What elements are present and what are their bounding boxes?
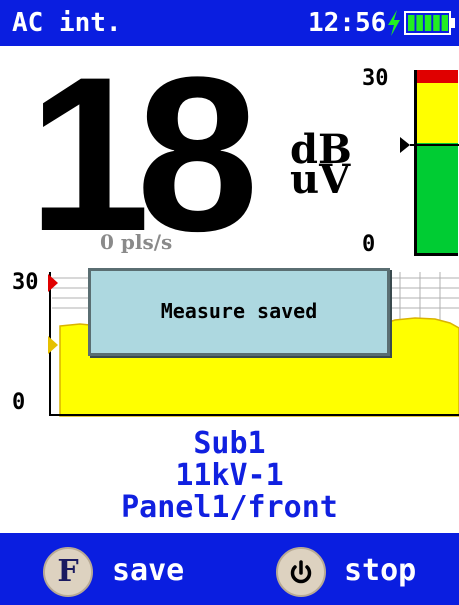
level-marker-line bbox=[410, 144, 459, 146]
level-bar bbox=[414, 70, 458, 256]
battery-cell bbox=[424, 15, 432, 31]
toast-message: Measure saved bbox=[160, 299, 318, 323]
battery-cell bbox=[441, 15, 449, 31]
battery-cell bbox=[408, 15, 415, 31]
save-button[interactable]: save bbox=[112, 551, 184, 591]
unit-line-2: uV bbox=[290, 156, 351, 203]
bolt-icon bbox=[388, 10, 400, 36]
f-key-glyph: F bbox=[57, 554, 79, 589]
location-circuit: 11kV-1 bbox=[175, 458, 284, 493]
level-peak-indicator bbox=[417, 70, 458, 83]
measure-saved-dialog: Measure saved bbox=[88, 268, 390, 356]
pulse-rate: 0 pls/s bbox=[100, 230, 173, 254]
battery-cell bbox=[433, 15, 440, 31]
battery-cell bbox=[416, 15, 423, 31]
level-marker-arrow-icon bbox=[400, 137, 410, 153]
location-substation: Sub1 bbox=[193, 426, 266, 461]
battery-icon bbox=[404, 11, 455, 35]
power-button[interactable] bbox=[276, 547, 326, 597]
stop-button[interactable]: stop bbox=[344, 551, 416, 591]
location-panel: Panel1/front bbox=[121, 490, 338, 525]
history-min-label: 0 bbox=[12, 390, 26, 415]
f-key-button[interactable]: F bbox=[43, 547, 93, 597]
clock: 12:56 bbox=[308, 8, 387, 38]
level-max-label: 30 bbox=[362, 66, 389, 91]
level-min-label: 0 bbox=[362, 232, 376, 257]
history-max-label: 30 bbox=[12, 270, 39, 295]
level-fill bbox=[417, 143, 458, 253]
power-icon bbox=[290, 559, 312, 583]
softkey-bar: F save stop bbox=[0, 533, 459, 605]
